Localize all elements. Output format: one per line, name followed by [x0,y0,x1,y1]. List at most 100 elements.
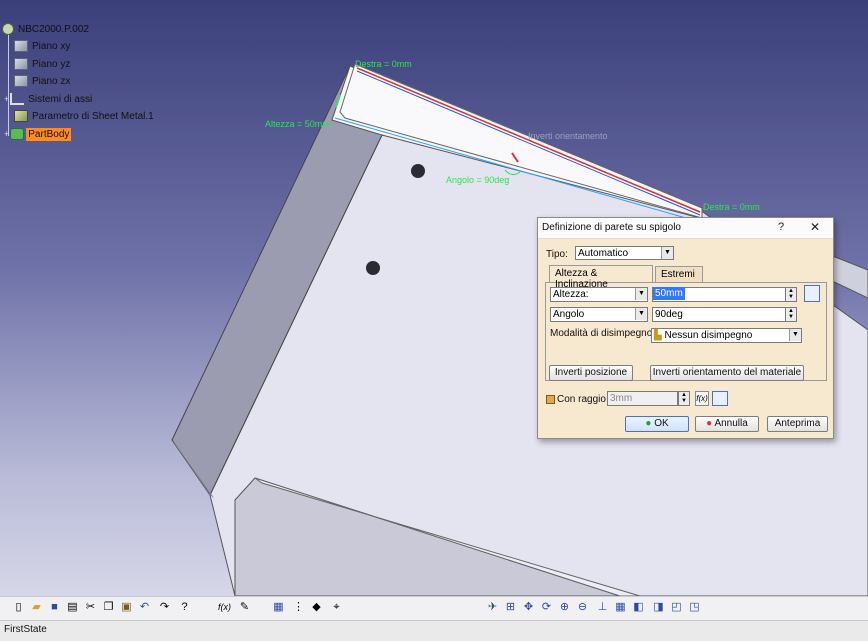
open-folder-icon[interactable]: ▰ [30,601,43,614]
con-raggio-checkbox[interactable] [546,395,555,404]
zoom-in-icon[interactable]: ⊕ [558,601,571,614]
annotation-inverti-orientamento[interactable]: Inverti orientamento [528,131,608,141]
raggio-value: 3mm [610,393,633,404]
print-icon[interactable]: ▤ [66,601,79,614]
tree-root[interactable]: NBC2000.P.002 [2,21,91,37]
annulla-label: Annulla [714,418,748,429]
normal-view-icon[interactable]: ⊥ [596,601,609,614]
tree-item-piano-yz[interactable]: Piano yz [14,56,72,72]
angolo-type-select[interactable]: Angolo ▼ [550,307,648,322]
modalita-value: Nessun disimpegno [664,330,753,341]
sheet-metal-icon [14,110,28,122]
status-text: FirstState [4,624,47,635]
ok-button[interactable]: ● OK [625,416,689,432]
redo-icon[interactable]: ↷ [158,601,171,614]
angolo-value: 90deg [655,309,683,320]
altezza-value: 50mm [653,287,685,300]
angolo-input[interactable]: 90deg [652,307,786,322]
angolo-spinner[interactable]: ▲ ▼ [785,307,797,322]
fit-all-icon[interactable]: ⊞ [504,601,517,614]
zoom-out-icon[interactable]: ⊖ [576,601,589,614]
partbody-icon [10,128,25,140]
plane-icon [14,40,28,52]
annotation-destra-top[interactable]: Destra = 0mm [355,59,412,69]
tree-item-sheet-metal-param[interactable]: Parametro di Sheet Metal.1 [14,108,156,124]
inverti-orientamento-button[interactable]: Inverti orientamento del materiale [650,365,804,381]
dialog-titlebar[interactable]: Definizione di parete su spigolo ? ✕ [538,218,833,239]
altezza-spinner[interactable]: ▲ ▼ [785,287,797,302]
tab-label: Estremi [661,269,695,280]
ok-icon: ● [645,418,652,429]
cut-icon[interactable]: ✂ [84,601,97,614]
expand-icon[interactable]: + [4,129,9,139]
modalita-select[interactable]: ▙ Nessun disimpegno ▼ [651,328,802,343]
cancel-icon: ● [706,418,713,429]
tipo-select[interactable]: Automatico ▼ [575,246,674,260]
tab-altezza-inclinazione[interactable]: Altezza & Inclinazione [549,265,653,290]
tree-icon[interactable]: ⋮ [292,601,305,614]
swap-space-icon[interactable]: ◳ [688,601,701,614]
pan-icon[interactable]: ✥ [522,601,535,614]
status-bar: FirstState [0,620,868,641]
raggio-spinner[interactable]: ▲ ▼ [678,391,690,406]
dialog-title: Definizione di parete su spigolo [542,222,681,233]
iso-view-icon[interactable]: ◧ [632,601,645,614]
con-raggio-label: Con raggio [557,394,606,405]
tipo-label: Tipo: [546,249,568,260]
plane-icon [14,58,28,70]
annotation-altezza[interactable]: Altezza = 50mm [265,119,330,129]
multi-view-icon[interactable]: ▦ [614,601,627,614]
tree-item-piano-xy[interactable]: Piano xy [14,38,72,54]
paste-icon[interactable]: ▣ [120,601,133,614]
catalog-icon[interactable]: ◆ [310,601,323,614]
tree-item-label: Parametro di Sheet Metal.1 [32,110,154,122]
formula-toolbar-icon[interactable]: f(x) [218,601,231,614]
anteprima-button[interactable]: Anteprima [767,416,828,432]
formula-icon[interactable]: f(x) [695,391,709,406]
wall-on-edge-dialog: Definizione di parete su spigolo ? ✕ Tip… [537,217,834,439]
hole-2 [366,261,380,275]
chevron-down-icon: ▼ [635,288,647,300]
axis-system-icon [10,93,25,105]
tab-estremi[interactable]: Estremi [655,266,703,283]
chevron-down-icon: ▼ [661,247,673,259]
tree-item-label: Piano zx [32,75,71,87]
tree-item-sistemi-di-assi[interactable]: + Sistemi di assi [4,91,94,107]
bend-parameters-icon[interactable] [712,391,728,406]
ok-label: OK [654,418,669,429]
close-icon[interactable]: ✕ [810,220,820,234]
raggio-input[interactable]: 3mm [607,391,678,406]
whats-this-icon[interactable]: ? [178,601,191,614]
shading-icon[interactable]: ◨ [652,601,665,614]
expand-icon[interactable]: + [4,94,9,104]
chevron-down-icon: ▼ [789,329,801,341]
modalita-label: Modalità di disimpegno: [550,328,656,339]
help-icon[interactable]: ? [778,221,784,233]
tree-root-label: NBC2000.P.002 [18,23,89,35]
fly-mode-icon[interactable]: ✈ [486,601,499,614]
undo-icon[interactable]: ↶ [138,601,151,614]
annotation-destra-right[interactable]: Destra = 0mm [703,202,760,212]
altezza-input[interactable]: 50mm [652,287,786,302]
annotation-angolo[interactable]: Angolo = 90deg [446,175,509,185]
hide-show-icon[interactable]: ◰ [670,601,683,614]
new-file-icon[interactable]: ▯ [12,601,25,614]
altezza-type-value: Altezza: [553,289,589,300]
comment-icon[interactable]: ✎ [238,601,251,614]
table-icon[interactable]: ▦ [272,601,285,614]
chevron-down-icon: ▼ [635,308,647,320]
sketcher-icon[interactable] [804,285,820,302]
copy-icon[interactable]: ❐ [102,601,115,614]
measure-icon[interactable]: ⌖ [330,601,343,614]
annulla-button[interactable]: ● Annulla [695,416,759,432]
save-icon[interactable]: ■ [48,601,61,614]
tree-item-label: Piano yz [32,58,71,70]
tree-connector [8,28,9,136]
tree-item-label: Piano xy [32,40,71,52]
plane-icon [14,75,28,87]
inverti-posizione-button[interactable]: Inverti posizione [549,365,633,381]
tree-item-partbody[interactable]: + PartBody [4,126,72,142]
tree-item-label: Sistemi di assi [28,93,93,105]
tree-item-piano-zx[interactable]: Piano zx [14,73,72,89]
rotate-icon[interactable]: ⟳ [540,601,553,614]
